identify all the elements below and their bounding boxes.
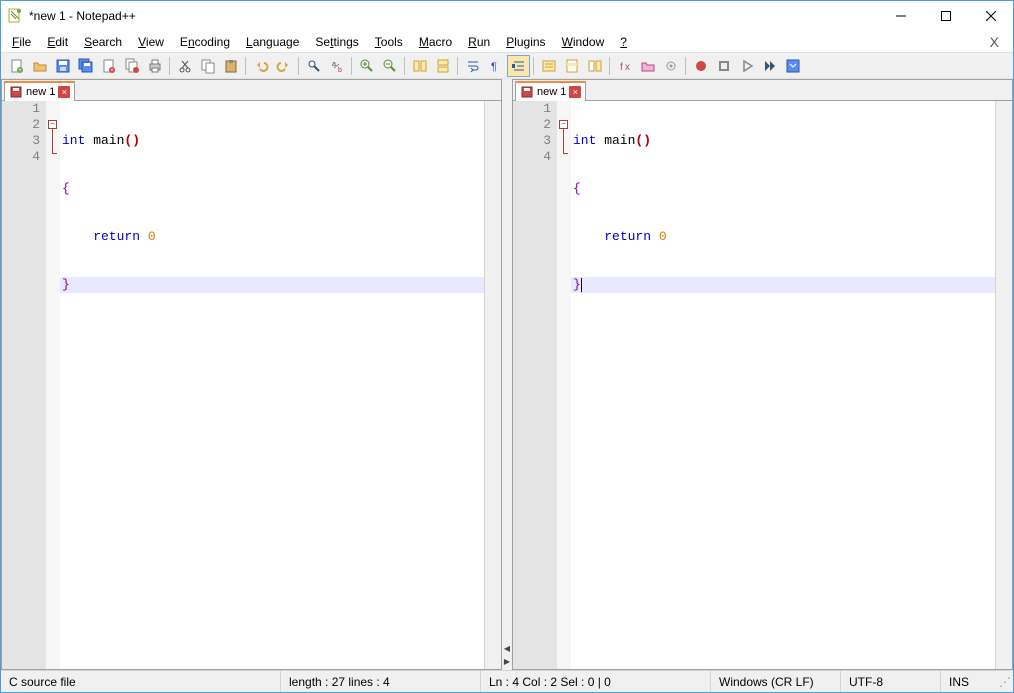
fold-toggle-icon[interactable]: − [48, 120, 57, 129]
tab-label: new 1 [26, 86, 55, 98]
svg-text:f: f [620, 62, 623, 73]
editor-left[interactable]: 1 2 3 4 − int main() { return 0 } [2, 101, 501, 669]
stop-macro-button[interactable] [712, 55, 735, 77]
open-file-button[interactable] [28, 55, 51, 77]
status-position: Ln : 4 Col : 2 Sel : 0 | 0 [481, 671, 711, 692]
folder-workspace-button[interactable] [636, 55, 659, 77]
status-mode[interactable]: INS [941, 671, 997, 692]
tab-new1-right[interactable]: new 1 × [515, 81, 586, 101]
toolbar: + × ab ¶ fx [1, 52, 1013, 79]
code-area-right[interactable]: int main() { return 0 } [571, 101, 995, 669]
splitter-collapse-left-icon[interactable]: ◀ [504, 644, 510, 653]
status-encoding[interactable]: UTF-8 [841, 671, 941, 692]
fold-column[interactable]: − [557, 101, 571, 669]
undo-button[interactable] [249, 55, 272, 77]
monitoring-button[interactable] [659, 55, 682, 77]
code-area-left[interactable]: int main() { return 0 } [60, 101, 484, 669]
menu-run[interactable]: Run [461, 33, 497, 51]
new-file-button[interactable]: + [5, 55, 28, 77]
resize-grip-icon[interactable]: ⋰ [997, 671, 1013, 692]
fold-column[interactable]: − [46, 101, 60, 669]
tab-label: new 1 [537, 86, 566, 98]
status-eol[interactable]: Windows (CR LF) [711, 671, 841, 692]
minimize-button[interactable] [878, 1, 923, 31]
zoom-in-button[interactable] [355, 55, 378, 77]
menu-encoding[interactable]: Encoding [173, 33, 237, 51]
text-cursor [581, 278, 582, 292]
copy-button[interactable] [196, 55, 219, 77]
tab-close-icon[interactable]: × [569, 86, 581, 98]
close-button[interactable] [968, 1, 1013, 31]
menu-plugins[interactable]: Plugins [499, 33, 552, 51]
show-all-chars-button[interactable]: ¶ [484, 55, 507, 77]
play-multi-button[interactable] [758, 55, 781, 77]
menubar-close-doc-icon[interactable]: X [990, 34, 999, 50]
word-wrap-button[interactable] [461, 55, 484, 77]
vertical-scrollbar[interactable] [484, 101, 501, 669]
menu-help[interactable]: ? [613, 33, 634, 51]
indent-guide-button[interactable] [507, 55, 530, 77]
splitter-collapse-right-icon[interactable]: ▶ [504, 657, 510, 666]
vertical-scrollbar[interactable] [995, 101, 1012, 669]
unsaved-file-icon [9, 85, 23, 99]
save-button[interactable] [51, 55, 74, 77]
svg-text:×: × [110, 68, 114, 74]
tabstrip-right: new 1 × [513, 80, 1012, 101]
replace-button[interactable]: ab [325, 55, 348, 77]
find-button[interactable] [302, 55, 325, 77]
close-doc-button[interactable]: × [97, 55, 120, 77]
play-macro-button[interactable] [735, 55, 758, 77]
print-button[interactable] [143, 55, 166, 77]
tabstrip-left: new 1 × [2, 80, 501, 101]
sync-v-button[interactable] [408, 55, 431, 77]
statusbar: C source file length : 27 lines : 4 Ln :… [1, 670, 1013, 692]
editor-right[interactable]: 1 2 3 4 − int main() { return 0 } [513, 101, 1012, 669]
menu-view[interactable]: View [131, 33, 171, 51]
pane-splitter[interactable]: ◀ ▶ [504, 79, 510, 670]
maximize-button[interactable] [923, 1, 968, 31]
editor-pane-right: new 1 × 1 2 3 4 − int main() { [512, 79, 1013, 670]
svg-text:+: + [18, 68, 22, 74]
menu-window[interactable]: Window [555, 33, 612, 51]
save-all-button[interactable] [74, 55, 97, 77]
menu-language[interactable]: Language [239, 33, 306, 51]
fold-toggle-icon[interactable]: − [559, 120, 568, 129]
app-icon [7, 8, 23, 24]
doc-list-button[interactable] [583, 55, 606, 77]
paste-button[interactable] [219, 55, 242, 77]
menu-tools[interactable]: Tools [368, 33, 410, 51]
menu-search[interactable]: Search [77, 33, 129, 51]
svg-text:b: b [338, 67, 342, 74]
menu-edit[interactable]: Edit [40, 33, 75, 51]
redo-button[interactable] [272, 55, 295, 77]
status-filetype: C source file [1, 671, 281, 692]
func-list-button[interactable]: fx [613, 55, 636, 77]
window-controls [878, 1, 1013, 31]
menu-file[interactable]: File [5, 33, 38, 51]
doc-map-button[interactable] [560, 55, 583, 77]
record-macro-button[interactable] [689, 55, 712, 77]
svg-text:x: x [625, 62, 630, 73]
svg-text:¶: ¶ [491, 61, 497, 73]
cut-button[interactable] [173, 55, 196, 77]
status-length: length : 27 lines : 4 [281, 671, 481, 692]
line-gutter: 1 2 3 4 [513, 101, 557, 669]
close-all-button[interactable] [120, 55, 143, 77]
unsaved-file-icon [520, 85, 534, 99]
zoom-out-button[interactable] [378, 55, 401, 77]
window-title: *new 1 - Notepad++ [29, 9, 878, 23]
titlebar[interactable]: *new 1 - Notepad++ [1, 1, 1013, 31]
editor-pane-left: new 1 × 1 2 3 4 − int main() { [1, 79, 502, 670]
line-gutter: 1 2 3 4 [2, 101, 46, 669]
menu-macro[interactable]: Macro [412, 33, 459, 51]
workspace: new 1 × 1 2 3 4 − int main() { [1, 79, 1013, 670]
app-window: *new 1 - Notepad++ File Edit Search View… [0, 0, 1014, 693]
tab-close-icon[interactable]: × [58, 86, 70, 98]
udl-button[interactable] [537, 55, 560, 77]
save-macro-button[interactable] [781, 55, 804, 77]
tab-new1-left[interactable]: new 1 × [4, 81, 75, 101]
menubar: File Edit Search View Encoding Language … [1, 31, 1013, 52]
menu-settings[interactable]: Settings [308, 33, 365, 51]
sync-h-button[interactable] [431, 55, 454, 77]
